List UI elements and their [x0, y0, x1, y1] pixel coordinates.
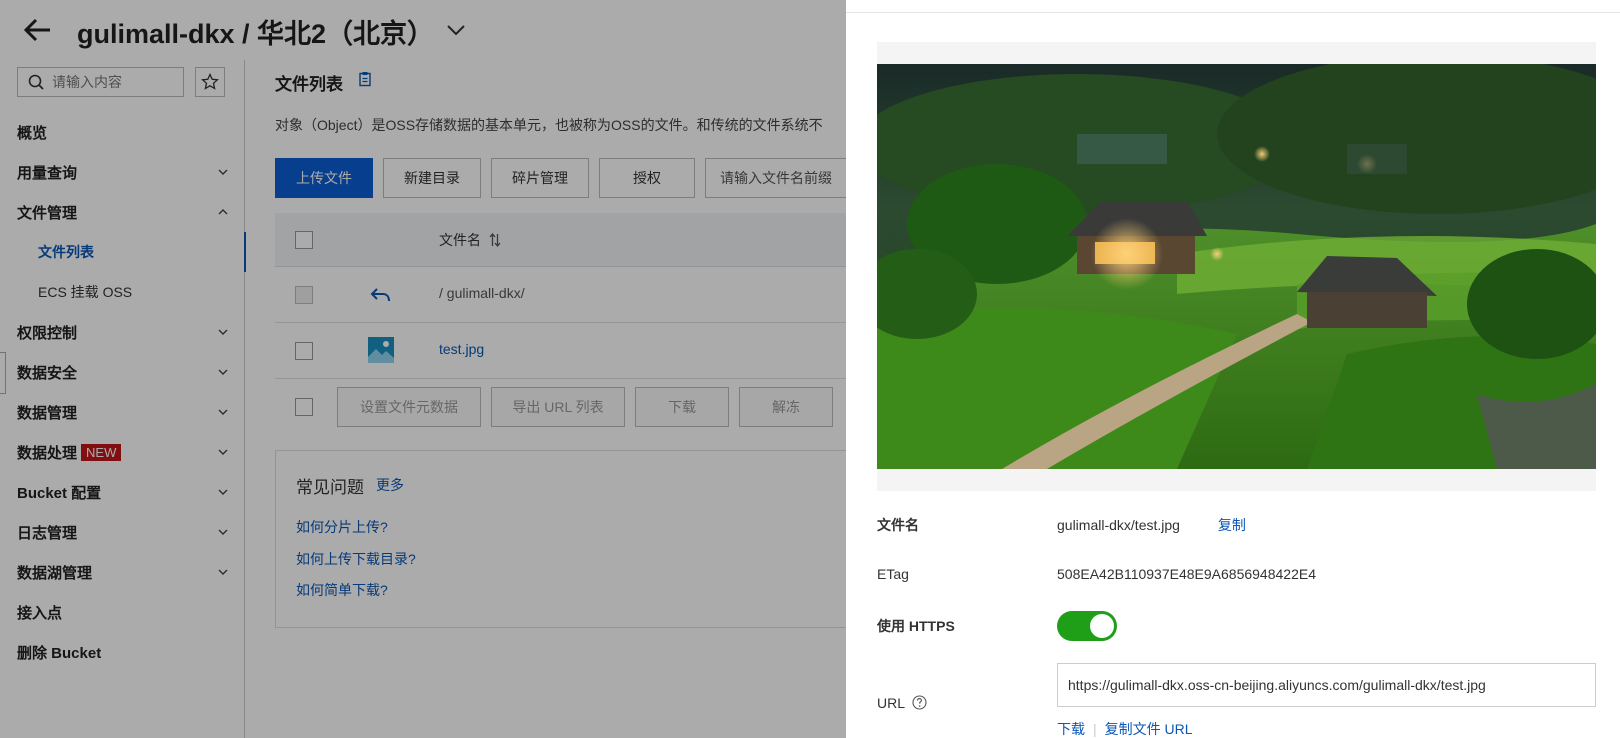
toggle-knob	[1090, 614, 1114, 638]
etag-value: 508EA42B110937E48E9A6856948422E4	[1057, 566, 1316, 582]
url-label: URL	[877, 695, 905, 711]
file-url-input[interactable]	[1057, 663, 1596, 707]
https-toggle[interactable]	[1057, 611, 1117, 641]
rice-field-image	[877, 64, 1596, 469]
copy-url-link[interactable]: 复制文件 URL	[1105, 721, 1193, 737]
image-preview	[877, 42, 1596, 491]
https-label: 使用 HTTPS	[877, 618, 955, 634]
file-name-value: gulimall-dkx/test.jpg 复制	[1057, 515, 1246, 535]
url-label-row: URL	[877, 695, 927, 711]
file-path-text: gulimall-dkx/test.jpg	[1057, 517, 1180, 533]
file-detail-drawer: 文件名 gulimall-dkx/test.jpg 复制 ETag 508EA4…	[846, 0, 1620, 738]
download-link[interactable]: 下载	[1057, 721, 1085, 737]
etag-label: ETag	[877, 566, 909, 582]
url-actions: 下载 | 复制文件 URL	[1057, 719, 1193, 738]
drawer-divider	[846, 12, 1620, 13]
modal-backdrop[interactable]	[0, 0, 846, 738]
file-name-label: 文件名	[877, 517, 919, 533]
copy-file-name-link[interactable]: 复制	[1218, 517, 1246, 533]
action-separator: |	[1093, 721, 1097, 737]
help-icon[interactable]	[912, 695, 927, 710]
